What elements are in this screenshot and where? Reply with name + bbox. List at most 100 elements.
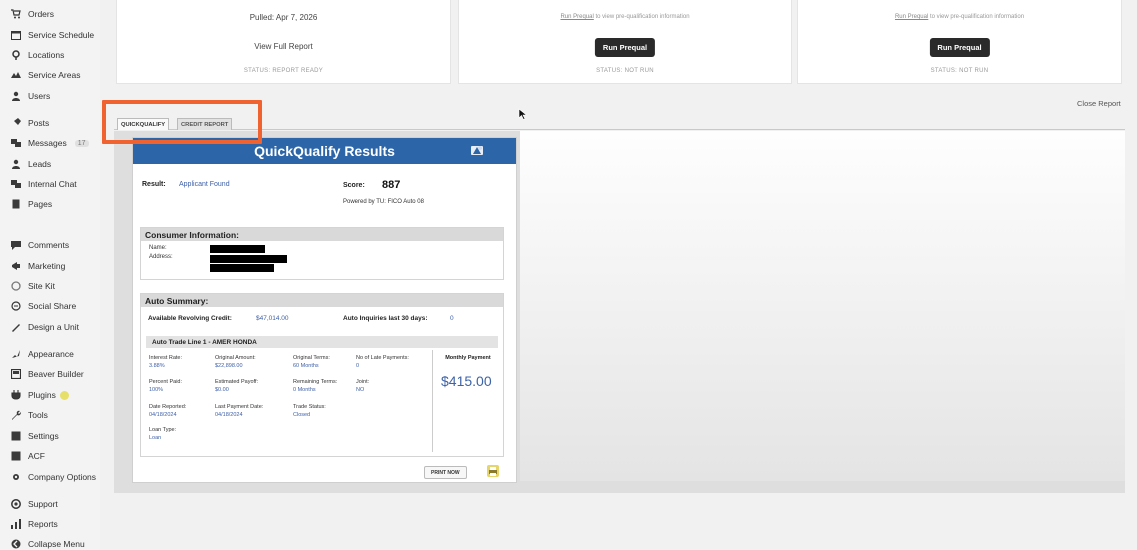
sidebar-item-posts[interactable]: Posts	[10, 115, 98, 131]
column-divider	[432, 350, 433, 452]
sidebar-item-orders[interactable]: Orders	[10, 6, 98, 22]
sidebar-item-leads[interactable]: Leads	[10, 156, 98, 172]
consumer-section: Consumer Information: Name: Address:	[140, 227, 504, 280]
printer-icon[interactable]	[486, 464, 500, 478]
count-badge: 17	[74, 139, 89, 147]
sidebar-item-tools[interactable]: Tools	[10, 407, 98, 423]
plugin-icon	[10, 390, 22, 400]
revolving-label: Available Revolving Credit:	[148, 315, 232, 322]
address-redaction-2	[210, 264, 274, 272]
score-label: Score:	[343, 182, 365, 189]
estimated-payoff-value: $0.00	[215, 387, 229, 393]
sidebar-item-acf[interactable]: ACF	[10, 448, 98, 464]
report-card-third: Run Prequal to view pre-qualification in…	[797, 0, 1122, 84]
gear-icon	[10, 472, 22, 482]
sidebar-item-label: Tools	[28, 410, 48, 420]
sidebar-item-appearance[interactable]: Appearance	[10, 346, 98, 362]
close-report-link[interactable]: Close Report	[1077, 99, 1121, 108]
interest-rate-label: Interest Rate:	[149, 355, 183, 361]
sidebar-item-marketing[interactable]: Marketing	[10, 258, 98, 274]
brush-icon	[10, 322, 22, 332]
original-terms-label: Original Terms:	[293, 355, 330, 361]
name-redaction	[210, 245, 265, 253]
result-value: Applicant Found	[179, 181, 230, 188]
powered-by: Powered by TU: FICO Auto 08	[343, 199, 424, 205]
report-title: QuickQualify Results	[254, 143, 395, 159]
result-label: Result:	[142, 181, 166, 188]
percent-paid-value: 100%	[149, 387, 164, 393]
bar-chart-icon	[10, 519, 22, 529]
score-value: 887	[382, 179, 401, 191]
last-payment-value: 04/18/2024	[215, 412, 243, 418]
loan-type-value: Loan	[149, 435, 162, 441]
trade-line-heading: Auto Trade Line 1 - AMER HONDA	[146, 336, 498, 348]
inquiries-value: 0	[450, 315, 454, 322]
sidebar-item-site-kit[interactable]: Site Kit	[10, 278, 98, 294]
trade-status-value: Closed	[293, 412, 311, 418]
sidebar-item-company-options[interactable]: Company Options	[10, 469, 98, 485]
monthly-payment-label: Monthly Payment	[445, 355, 491, 361]
sidebar-item-service-areas[interactable]: Service Areas	[10, 67, 98, 83]
pulled-date: Pulled: Apr 7, 2026	[249, 13, 318, 22]
run-prequal-link[interactable]: Run Prequal	[895, 14, 928, 20]
view-full-report-link[interactable]: View Full Report	[117, 42, 450, 51]
prequal-note: Run Prequal to view pre-qualification in…	[560, 14, 690, 20]
sidebar-item-design-a-unit[interactable]: Design a Unit	[10, 319, 98, 335]
remaining-terms-value: 0 Months	[293, 387, 316, 393]
sidebar-item-plugins[interactable]: Plugins1	[10, 387, 98, 403]
sidebar-item-label: Settings	[28, 431, 59, 441]
sidebar-item-social-share[interactable]: Social Share	[10, 298, 98, 314]
sidebar-item-reports[interactable]: Reports	[10, 516, 98, 532]
sidebar-item-label: ACF	[28, 451, 45, 461]
interest-rate-value: 3.88%	[149, 363, 165, 369]
sidebar-item-label: Orders	[28, 9, 54, 19]
message-icon	[10, 138, 22, 148]
status-text: STATUS: REPORT READY	[243, 68, 324, 74]
print-now-button[interactable]: PRINT NOW	[424, 466, 467, 479]
quickqualify-report: QuickQualify Results Result: Applicant F…	[132, 137, 517, 483]
percent-paid-label: Percent Paid:	[149, 379, 183, 385]
sidebar-item-locations[interactable]: Locations	[10, 47, 98, 63]
sidebar-item-messages[interactable]: Messages 17	[10, 135, 98, 151]
sidebar-item-settings[interactable]: Settings	[10, 428, 98, 444]
sidebar-item-label: Pages	[28, 199, 53, 209]
sidebar-item-label: Support	[28, 499, 58, 509]
person-icon	[10, 159, 22, 169]
report-card-transunion: Pulled: Apr 7, 2026 View Full Report STA…	[116, 0, 451, 84]
highlight-box	[102, 100, 262, 144]
sidebar-item-collapse-menu[interactable]: Collapse Menu	[10, 536, 98, 550]
report-tabs: QUICKQUALIFY CREDIT REPORT	[114, 116, 1125, 130]
sidebar-item-label: Social Share	[28, 301, 77, 311]
name-label: Name:	[149, 245, 167, 251]
run-prequal-button[interactable]: Run Prequal	[929, 38, 990, 57]
mouse-cursor-icon	[518, 108, 528, 120]
estimated-payoff-label: Estimated Payoff:	[215, 379, 259, 385]
joint-value: NO	[356, 387, 365, 393]
inquiries-label: Auto Inquiries last 30 days:	[343, 315, 428, 322]
auto-summary-section: Auto Summary: Available Revolving Credit…	[140, 293, 504, 457]
sidebar-item-label: Messages	[28, 138, 67, 148]
sidebar-item-internal-chat[interactable]: Internal Chat	[10, 176, 98, 192]
sidebar-item-support[interactable]: Support	[10, 496, 98, 512]
sidebar-item-pages[interactable]: Pages	[10, 196, 98, 212]
remaining-terms-label: Remaining Terms:	[293, 379, 338, 385]
run-prequal-link[interactable]: Run Prequal	[560, 14, 593, 20]
original-amount-label: Original Amount:	[215, 355, 256, 361]
acf-icon	[10, 451, 22, 461]
last-payment-label: Last Payment Date:	[215, 404, 264, 410]
sidebar-item-beaver-builder[interactable]: Beaver Builder	[10, 366, 98, 382]
late-payments-label: No of Late Payments:	[356, 355, 409, 361]
sidebar-item-comments[interactable]: Comments	[10, 237, 98, 253]
count-badge: 1	[59, 390, 69, 400]
run-prequal-button[interactable]: Run Prequal	[594, 38, 656, 57]
sidebar-item-service-schedule[interactable]: Service Schedule	[10, 27, 98, 43]
date-reported-label: Date Reported:	[149, 404, 187, 410]
pin-pushpin-icon	[10, 118, 22, 128]
calendar-icon	[10, 30, 22, 40]
collapse-icon	[10, 539, 22, 549]
sidebar-item-label: Locations	[28, 50, 65, 60]
page-icon	[10, 199, 22, 209]
sidebar-item-users[interactable]: Users	[10, 88, 98, 104]
sidebar-item-label: Marketing	[28, 261, 66, 271]
sidebar-item-label: Collapse Menu	[28, 539, 85, 549]
